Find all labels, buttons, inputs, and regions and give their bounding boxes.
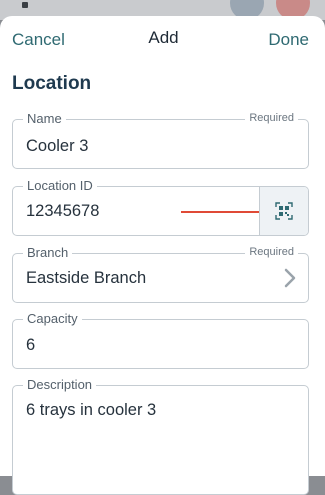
cancel-button[interactable]: Cancel	[12, 30, 65, 50]
section-title: Location	[12, 73, 92, 94]
capacity-field[interactable]: Capacity 6	[12, 311, 309, 369]
annotation-arrow	[181, 207, 269, 217]
branch-value: Eastside Branch	[26, 269, 147, 287]
background-icon	[22, 2, 28, 8]
branch-field[interactable]: Branch Required Eastside Branch	[12, 245, 309, 303]
add-location-sheet: Cancel Add Done Location Name Required C…	[0, 16, 325, 495]
capacity-label: Capacity	[23, 311, 82, 326]
name-field[interactable]: Name Required Cooler 3	[12, 111, 309, 169]
branch-label: Branch	[23, 245, 73, 260]
done-button[interactable]: Done	[268, 30, 309, 50]
capacity-value[interactable]: 6	[26, 336, 35, 355]
name-label: Name	[23, 111, 66, 126]
branch-required-label: Required	[245, 246, 298, 258]
name-value[interactable]: Cooler 3	[26, 137, 88, 156]
description-label: Description	[23, 377, 97, 392]
name-required-label: Required	[245, 112, 298, 124]
page-title-text: Add	[148, 28, 179, 47]
description-value[interactable]: 6 trays in cooler 3	[26, 401, 156, 420]
location-id-field[interactable]: Location ID 12345678	[12, 178, 309, 236]
chevron-right-icon[interactable]	[284, 268, 296, 288]
qr-scan-button[interactable]	[259, 187, 308, 235]
qr-scan-icon	[275, 202, 293, 220]
location-id-label: Location ID	[23, 178, 97, 193]
location-id-value[interactable]: 12345678	[26, 202, 99, 221]
description-field[interactable]: Description 6 trays in cooler 3	[12, 377, 309, 495]
nav-bar: Cancel Add Done	[0, 16, 325, 62]
